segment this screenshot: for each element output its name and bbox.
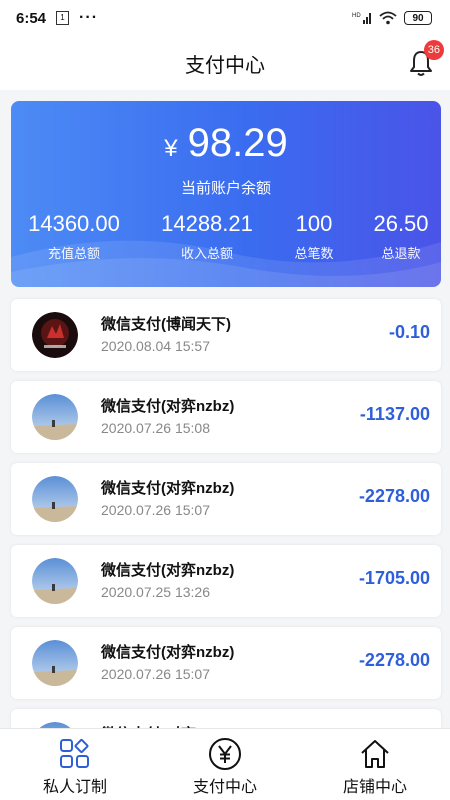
balance-label: 当前账户余额: [180, 180, 271, 197]
transaction-amount: -0.10: [388, 322, 430, 342]
stat-value: 14360.00: [28, 211, 120, 236]
nav-label: 店铺中心: [342, 779, 407, 796]
notification-badge: 36: [423, 40, 444, 60]
sky-photo-avatar: [32, 394, 78, 440]
status-time: 6:54: [16, 9, 47, 27]
transaction-title: 微信支付(对弈nzbz): [101, 562, 235, 579]
transaction-amount: -1137.00: [359, 404, 430, 424]
transaction-time: 2020.07.26 15:07: [101, 666, 210, 682]
nav-label: 支付中心: [192, 779, 257, 796]
wifi-icon: [379, 11, 397, 25]
status-bar: 6:54 1 ··· HD 90: [0, 0, 450, 36]
page-title: 支付中心: [185, 54, 265, 77]
currency-symbol: ¥: [164, 135, 178, 162]
battery-icon: 90: [404, 11, 432, 25]
transaction-time: 2020.07.26 15:08: [101, 420, 210, 436]
stat-label: 总退款: [381, 246, 421, 261]
transaction-item[interactable]: 微信支付(对弈nzbz) 2020.07.26 15:08 -1137.00: [11, 381, 441, 453]
stat-label: 收入总额: [180, 246, 233, 261]
sky-photo-avatar: [32, 558, 78, 604]
bottom-nav: 私人订制 支付中心 店铺中心: [0, 728, 450, 800]
transaction-title: 微信支付(对弈nzbz): [101, 398, 235, 415]
stat-label: 充值总额: [47, 246, 100, 261]
sky-photo-avatar: [32, 640, 78, 686]
transaction-amount: -1705.00: [358, 568, 430, 588]
stat-total-count: 100 总笔数: [283, 211, 345, 262]
stat-recharge-total: 14360.00 充值总额: [19, 211, 129, 262]
transaction-time: 2020.07.25 13:26: [101, 584, 210, 600]
transaction-title: 微信支付(对弈nzbz): [101, 480, 235, 497]
nav-item-payment-center[interactable]: 支付中心: [150, 737, 300, 797]
transaction-time: 2020.07.26 15:07: [101, 502, 210, 518]
signal-icon: HD: [352, 13, 371, 24]
transaction-item[interactable]: 微信支付(博闻天下) 2020.08.04 15:57 -0.10: [11, 299, 441, 371]
nav-item-store-center[interactable]: 店铺中心: [300, 737, 450, 797]
dark-logo-avatar: [32, 312, 78, 358]
balance-stats: 14360.00 充值总额 14288.21 收入总额 100 总笔数 26.5…: [11, 211, 441, 271]
stat-total-refund: 26.50 总退款: [363, 211, 439, 262]
svg-text:HD: HD: [352, 13, 361, 19]
transaction-amount: -2278.00: [358, 650, 430, 670]
notification-button[interactable]: 36: [406, 40, 444, 78]
yen-circle-icon: [209, 738, 241, 770]
transaction-time: 2020.08.04 15:57: [101, 338, 210, 354]
transaction-item[interactable]: 微信支付(对弈nzbz) 2020.07.25 13:26 -1705.00: [11, 545, 441, 617]
transaction-amount: -2278.00: [358, 486, 430, 506]
stat-income-total: 14288.21 收入总额: [151, 211, 263, 262]
stat-label: 总笔数: [294, 246, 334, 261]
stat-value: 14288.21: [161, 211, 253, 236]
grid-icon: [60, 739, 89, 768]
sim-icon: 1: [56, 11, 70, 25]
more-notifications-icon: ···: [79, 9, 99, 26]
balance-amount-row: ¥ 98.29: [11, 121, 441, 166]
app-header: 支付中心 36: [0, 36, 450, 90]
transaction-title: 微信支付(博闻天下): [101, 316, 231, 333]
stat-value: 26.50: [373, 211, 429, 236]
house-icon: [361, 740, 389, 768]
balance-card: ¥ 98.29 当前账户余额 14360.00 充值总额 14288.21 收入…: [11, 101, 441, 287]
transaction-item[interactable]: 微信支付(对弈nzbz) 2020.07.26 15:07 -2278.00: [11, 463, 441, 535]
sky-photo-avatar: [32, 476, 78, 522]
transaction-item[interactable]: 微信支付(对弈nzbz) 2020.07.26 15:07 -2278.00: [11, 627, 441, 699]
nav-item-private-custom[interactable]: 私人订制: [0, 737, 150, 797]
transaction-title: 微信支付(对弈nzbz): [101, 644, 235, 661]
stat-value: 100: [295, 211, 333, 236]
balance-amount: 98.29: [187, 121, 288, 165]
nav-label: 私人订制: [42, 779, 107, 796]
